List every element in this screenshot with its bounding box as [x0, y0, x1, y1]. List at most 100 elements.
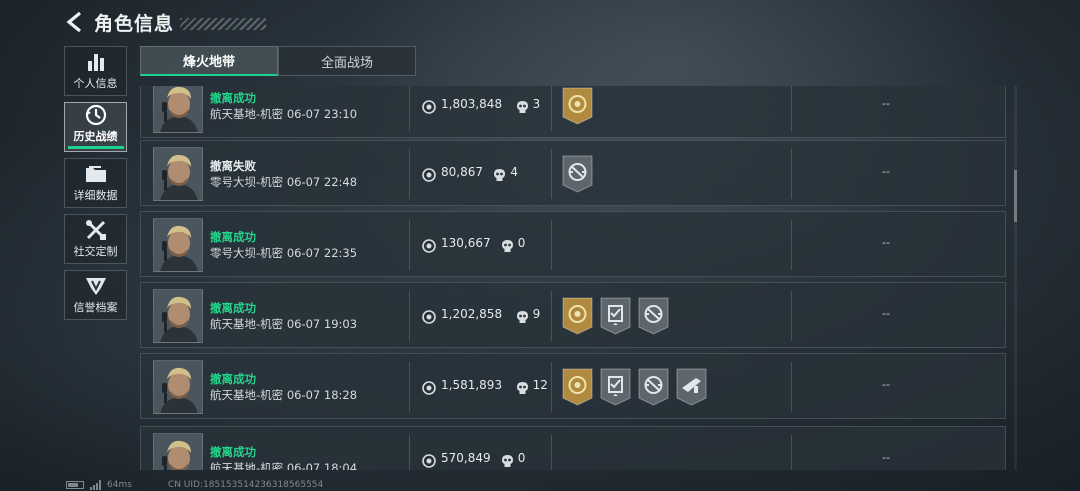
achievement-badges — [562, 368, 707, 406]
operator-avatar — [153, 433, 203, 470]
operator-avatar — [153, 360, 203, 414]
match-time: 06-07 18:28 — [286, 388, 358, 402]
match-row[interactable]: 撤离成功 航天基地-机密 06-07 23:10 1,803,848 3 -- — [140, 86, 1006, 138]
operator-avatar — [153, 86, 203, 133]
coin-icon — [422, 380, 436, 395]
map-and-time: 零号大坝-机密 06-07 22:35 — [210, 245, 357, 261]
map-and-time: 航天基地-机密 06-07 23:10 — [210, 106, 357, 122]
kill-count: 9 — [532, 307, 541, 321]
checklist-badge[interactable] — [600, 297, 631, 335]
extra-info: -- — [882, 307, 890, 320]
kill-count: 0 — [517, 451, 526, 465]
extra-info: -- — [882, 451, 890, 464]
coin-icon — [422, 99, 436, 114]
mode-tabs: 烽火地带 全面战场 — [140, 46, 416, 76]
map-and-time: 航天基地-机密 06-07 19:03 — [210, 316, 357, 332]
coin-icon — [422, 309, 436, 324]
scrollbar-thumb[interactable] — [1014, 170, 1017, 222]
column-divider — [409, 435, 410, 470]
skull-icon — [516, 99, 529, 113]
extra-info: -- — [882, 236, 890, 249]
match-row[interactable]: 撤离失败 零号大坝-机密 06-07 22:48 80,867 4 -- — [140, 140, 1006, 206]
column-divider — [791, 291, 792, 341]
crosshair-badge[interactable] — [638, 297, 669, 335]
column-divider — [551, 435, 552, 470]
nav-item-label: 社交定制 — [73, 244, 118, 258]
crosshair-badge[interactable] — [562, 155, 593, 193]
extraction-status: 撤离失败 — [210, 159, 256, 173]
match-time: 06-07 18:04 — [286, 461, 358, 470]
nav-item-social[interactable]: 社交定制 — [64, 214, 127, 264]
back-arrow-icon[interactable] — [64, 10, 86, 34]
skull-icon — [501, 238, 514, 252]
loot-value: 1,202,858 — [441, 307, 503, 321]
skull-icon — [516, 309, 529, 323]
column-divider — [791, 362, 792, 412]
extraction-status: 撤离成功 — [210, 445, 256, 459]
extra-info: -- — [882, 378, 890, 391]
skull-icon — [493, 167, 506, 181]
gold-emblem-badge[interactable] — [562, 368, 593, 406]
checklist-badge[interactable] — [600, 368, 631, 406]
uid-text: CN UID:185153514236318565554 — [167, 480, 324, 490]
coin-icon — [422, 238, 436, 253]
loot-value: 570,849 — [441, 451, 491, 465]
skull-icon — [516, 380, 529, 394]
match-history-list[interactable]: 撤离成功 航天基地-机密 06-07 23:10 1,803,848 3 -- 撤离失败零… — [140, 86, 1008, 470]
column-divider — [551, 220, 552, 270]
map-name: 航天基地-机密 — [210, 317, 284, 331]
match-row[interactable]: 撤离成功 航天基地-机密 06-07 19:03 1,202,858 9 -- — [140, 282, 1006, 348]
column-divider — [791, 149, 792, 199]
achievement-badges — [562, 155, 593, 193]
column-divider — [551, 86, 552, 131]
extraction-status: 撤离成功 — [210, 230, 256, 244]
shield-emblem-icon — [85, 276, 107, 296]
extraction-status: 撤离成功 — [210, 91, 256, 105]
loot-value: 1,803,848 — [441, 97, 503, 111]
map-name: 零号大坝-机密 — [210, 175, 284, 189]
extraction-status: 撤离成功 — [210, 301, 256, 315]
map-name: 零号大坝-机密 — [210, 246, 284, 260]
match-row[interactable]: 撤离成功航天基地-机密 06-07 18:04 570,849 0 -- — [140, 426, 1006, 470]
extra-info: -- — [882, 97, 890, 110]
map-and-time: 零号大坝-机密 06-07 22:48 — [210, 174, 357, 190]
column-divider — [551, 362, 552, 412]
match-row[interactable]: 撤离成功 零号大坝-机密 06-07 22:35 130,667 0 -- — [140, 211, 1006, 277]
kill-count: 0 — [517, 236, 526, 250]
nav-item-reputation[interactable]: 信誉档案 — [64, 270, 127, 320]
match-time: 06-07 22:48 — [286, 175, 358, 189]
nav-item-profile[interactable]: 个人信息 — [64, 46, 127, 96]
nav-item-label: 历史战绩 — [73, 130, 118, 143]
column-divider — [791, 435, 792, 470]
loot-value: 1,581,893 — [441, 378, 503, 392]
coin-icon — [422, 167, 436, 182]
gold-emblem-badge[interactable] — [562, 87, 593, 125]
title-decoration — [180, 18, 267, 30]
map-name: 航天基地-机密 — [210, 461, 284, 470]
column-divider — [409, 220, 410, 270]
tab-full-battlefield[interactable]: 全面战场 — [278, 46, 416, 76]
crosshair-badge[interactable] — [638, 368, 669, 406]
extraction-status: 撤离成功 — [210, 372, 256, 386]
page-title: 角色信息 — [94, 12, 175, 35]
achievement-badges — [562, 87, 593, 125]
column-divider — [791, 220, 792, 270]
active-indicator — [67, 146, 124, 149]
operator-avatar — [153, 147, 203, 201]
extra-info: -- — [882, 165, 890, 178]
tab-warzone-haze[interactable]: 烽火地带 — [140, 46, 278, 76]
achievement-badges — [562, 297, 669, 335]
column-divider — [409, 362, 410, 412]
scrollbar-track[interactable] — [1014, 86, 1017, 470]
gold-emblem-badge[interactable] — [562, 297, 593, 335]
column-divider — [409, 291, 410, 341]
folder-icon — [85, 164, 107, 184]
kill-count: 12 — [532, 378, 548, 392]
match-row[interactable]: 撤离成功航天基地-机密 06-07 18:28 1,581,893 12 -- — [140, 353, 1006, 419]
nav-item-history[interactable]: 历史战绩 — [64, 102, 127, 152]
map-name: 航天基地-机密 — [210, 388, 284, 402]
weapon-badge[interactable] — [676, 368, 707, 406]
nav-item-details[interactable]: 详细数据 — [64, 158, 127, 208]
nav-item-label: 详细数据 — [73, 188, 118, 202]
match-time: 06-07 22:35 — [286, 246, 358, 260]
